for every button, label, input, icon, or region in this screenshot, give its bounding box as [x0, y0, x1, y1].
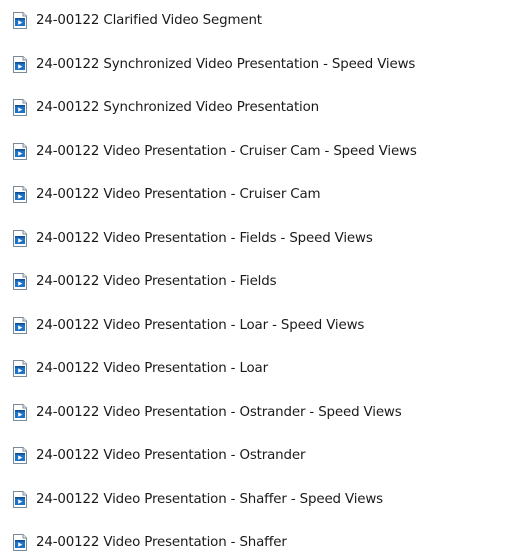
file-name: 24-00122 Video Presentation - Ostrander …	[36, 404, 402, 420]
file-item[interactable]: 24-00122 Video Presentation - Loar - Spe…	[0, 313, 364, 337]
file-item[interactable]: 24-00122 Synchronized Video Presentation…	[0, 52, 415, 76]
file-item[interactable]: 24-00122 Video Presentation - Ostrander …	[0, 400, 402, 424]
video-file-icon	[12, 490, 28, 508]
video-file-icon	[12, 11, 28, 29]
video-file-icon	[12, 272, 28, 290]
video-file-icon	[12, 98, 28, 116]
file-name: 24-00122 Synchronized Video Presentation	[36, 99, 319, 115]
file-name: 24-00122 Video Presentation - Fields	[36, 273, 277, 289]
video-file-icon	[12, 359, 28, 377]
file-item[interactable]: 24-00122 Video Presentation - Shaffer - …	[0, 487, 383, 511]
video-file-icon	[12, 142, 28, 160]
video-file-icon	[12, 229, 28, 247]
video-file-icon	[12, 533, 28, 551]
video-file-icon	[12, 55, 28, 73]
file-name: 24-00122 Video Presentation - Ostrander	[36, 447, 306, 463]
file-item[interactable]: 24-00122 Clarified Video Segment	[0, 8, 262, 32]
file-item[interactable]: 24-00122 Video Presentation - Ostrander	[0, 443, 305, 467]
video-file-icon	[12, 446, 28, 464]
file-name: 24-00122 Video Presentation - Cruiser Ca…	[36, 186, 321, 202]
file-name: 24-00122 Synchronized Video Presentation…	[36, 56, 416, 72]
video-file-icon	[12, 185, 28, 203]
file-name: 24-00122 Video Presentation - Loar - Spe…	[36, 317, 365, 333]
file-item[interactable]: 24-00122 Video Presentation - Cruiser Ca…	[0, 139, 417, 163]
file-name: 24-00122 Clarified Video Segment	[36, 12, 262, 28]
video-file-icon	[12, 403, 28, 421]
file-list: 24-00122 Clarified Video Segment 24-0012…	[0, 0, 507, 552]
file-item[interactable]: 24-00122 Video Presentation - Shaffer	[0, 530, 287, 552]
video-file-icon	[12, 316, 28, 334]
file-item[interactable]: 24-00122 Video Presentation - Fields - S…	[0, 226, 373, 250]
file-item[interactable]: 24-00122 Video Presentation - Cruiser Ca…	[0, 182, 321, 206]
file-item[interactable]: 24-00122 Video Presentation - Fields	[0, 269, 277, 293]
file-name: 24-00122 Video Presentation - Shaffer	[36, 534, 287, 550]
file-item[interactable]: 24-00122 Video Presentation - Loar	[0, 356, 268, 380]
file-name: 24-00122 Video Presentation - Loar	[36, 360, 268, 376]
file-name: 24-00122 Video Presentation - Fields - S…	[36, 230, 373, 246]
file-item[interactable]: 24-00122 Synchronized Video Presentation	[0, 95, 319, 119]
file-name: 24-00122 Video Presentation - Shaffer - …	[36, 491, 383, 507]
file-name: 24-00122 Video Presentation - Cruiser Ca…	[36, 143, 417, 159]
